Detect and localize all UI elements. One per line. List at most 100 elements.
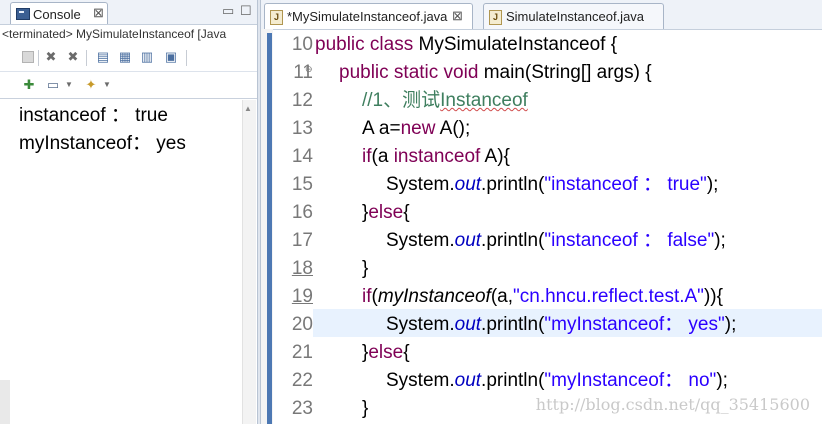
keyword: public static void	[339, 62, 484, 83]
code-line: //1、测试Instanceof	[313, 87, 822, 115]
console-left-margin	[0, 380, 10, 424]
code-text: System.	[386, 174, 455, 195]
scroll-up-arrow-icon[interactable]: ▲	[244, 104, 252, 113]
editor-tab-mysimulateinstanceof[interactable]: J *MySimulateInstanceof.java ⊠	[264, 3, 473, 29]
string-literal: "myInstanceof： yes"	[544, 314, 725, 335]
code-line: public static void main(String[] args) {	[313, 59, 822, 87]
line-number-text: 19	[291, 286, 313, 307]
code-text: main(String[] args) {	[483, 62, 652, 83]
string-literal: "myInstanceof： no"	[544, 370, 717, 391]
line-number: 16	[291, 202, 313, 223]
console-tab[interactable]: Console ⊠	[10, 2, 108, 24]
scroll-lock-icon[interactable]: ▦	[118, 50, 132, 64]
chevron-down-icon[interactable]: ▼	[62, 78, 76, 92]
static-field: out	[454, 314, 482, 335]
watermark: http://blog.csdn.net/qq_35415600	[535, 395, 810, 414]
console-tab-label: Console	[33, 7, 81, 22]
remove-all-launches-icon[interactable]: ✖	[66, 50, 80, 64]
line-number: 22	[291, 370, 313, 391]
method-call: myInstanceof	[377, 286, 491, 307]
show-console-icon[interactable]: ▣	[164, 50, 178, 64]
line-number: 23	[291, 398, 313, 419]
remove-launch-icon[interactable]: ✖	[44, 50, 58, 64]
console-icon	[16, 8, 30, 20]
console-toolbar: ✖ ✖ ▤ ▦ ▥ ▣	[0, 45, 257, 72]
display-selected-console-icon[interactable]: ▭	[46, 78, 60, 92]
console-view: Console ⊠ ▭ ☐ <terminated> MySimulateIns…	[0, 0, 257, 424]
code-text: A){	[480, 146, 510, 167]
code-text: {	[403, 342, 410, 363]
comment: //1、测试	[362, 90, 441, 111]
close-icon[interactable]: ⊠	[93, 5, 104, 21]
code-text: {	[403, 202, 410, 223]
code-line: System.out.println("myInstanceof： no");	[313, 367, 822, 395]
keyword: public class	[315, 34, 419, 55]
line-number-gutter: 10 11 12 13 14 15 16 17 18 19 20 21 22 2…	[273, 31, 313, 423]
code-text: (a,	[490, 286, 514, 307]
code-line: if(myInstanceof(a,"cn.hncu.reflect.test.…	[313, 283, 822, 311]
code-line: A a=new A();	[313, 115, 822, 143]
code-text: }	[362, 398, 369, 419]
code-text: MySimulateInstanceof {	[418, 34, 618, 55]
toolbar-separator	[186, 50, 187, 66]
code-text: System.	[386, 230, 455, 251]
line-number: 12	[291, 90, 313, 111]
line-number: 10	[291, 34, 313, 55]
keyword: instanceof	[393, 146, 481, 167]
minimize-icon[interactable]: ▭	[222, 3, 234, 19]
line-number: 13	[291, 118, 313, 139]
console-output: instanceof ： true myInstanceof： yes	[0, 102, 257, 158]
code-text: );	[714, 230, 726, 251]
java-file-icon: J	[489, 10, 502, 25]
code-text: );	[716, 370, 728, 391]
code-text: (a	[371, 146, 394, 167]
console-scrollbar[interactable]	[242, 100, 256, 424]
code-text: .println(	[481, 370, 545, 391]
editor-tab-label: SimulateInstanceof.java	[506, 9, 645, 24]
code-editor: J *MySimulateInstanceof.java ⊠ J Simulat…	[261, 0, 822, 424]
editor-tab-simulateinstanceof[interactable]: J SimulateInstanceof.java	[483, 3, 664, 29]
open-console-icon[interactable]: ✦	[84, 78, 98, 92]
maximize-icon[interactable]: ☐	[240, 3, 252, 19]
code-line: }else{	[313, 339, 822, 367]
console-output-line: instanceof ： true	[19, 105, 168, 126]
toolbar-separator	[38, 50, 39, 66]
code-line: if(a instanceof A){	[313, 143, 822, 171]
code-text: }	[362, 258, 369, 279]
terminate-icon[interactable]	[22, 51, 34, 63]
clear-console-icon[interactable]: ▤	[96, 50, 110, 64]
console-output-line: myInstanceof： yes	[19, 133, 186, 154]
keyword: else	[368, 202, 404, 223]
line-number-text: 18	[291, 258, 313, 279]
line-number: 17	[291, 230, 313, 251]
code-text: A a=	[362, 118, 401, 139]
code-text: );	[706, 174, 719, 195]
string-literal: "instanceof ： false"	[544, 230, 715, 251]
keyword: new	[400, 118, 436, 139]
code-text-area[interactable]: public class MySimulateInstanceof { publ…	[313, 31, 822, 423]
terminated-label: <terminated> MySimulateInstanceof [Java	[2, 27, 227, 41]
code-line: System.out.println("instanceof ： false")…	[313, 227, 822, 255]
code-text: .println(	[481, 314, 545, 335]
comment-spellcheck-word: Instanceof	[440, 90, 528, 111]
fold-collapse-icon[interactable]: ⊖	[305, 64, 313, 75]
word-wrap-icon[interactable]: ▥	[140, 50, 154, 64]
line-number: 18	[273, 255, 313, 283]
toolbar-separator	[86, 50, 87, 66]
line-number: 14	[291, 146, 313, 167]
chevron-down-icon[interactable]: ▼	[100, 78, 114, 92]
pin-console-icon[interactable]: ✚	[22, 78, 36, 92]
code-text: System.	[386, 314, 455, 335]
static-field: out	[454, 230, 482, 251]
static-field: out	[454, 370, 482, 391]
code-line: public class MySimulateInstanceof {	[313, 31, 822, 59]
code-text: A();	[435, 118, 471, 139]
close-icon[interactable]: ⊠	[452, 8, 463, 24]
code-line: }else{	[313, 199, 822, 227]
line-number: 19	[273, 283, 313, 311]
editor-tab-label: *MySimulateInstanceof.java	[287, 9, 448, 24]
string-literal: "cn.hncu.reflect.test.A"	[513, 286, 704, 307]
code-line-current: System.out.println("myInstanceof： yes");	[313, 311, 822, 339]
keyword: if	[362, 286, 372, 307]
code-text: .println(	[481, 174, 545, 195]
